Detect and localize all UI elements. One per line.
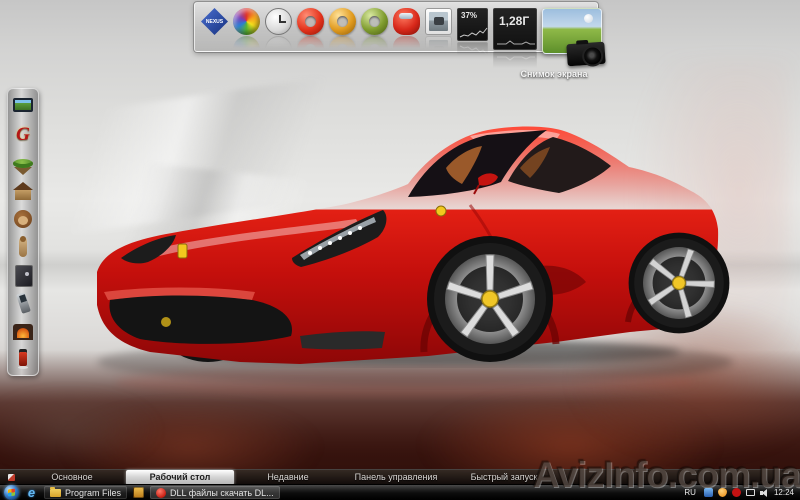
tab-main[interactable]: Основное bbox=[18, 470, 126, 485]
tab-desktop[interactable]: Рабочий стол bbox=[126, 469, 234, 485]
red-letter-glyph: G bbox=[16, 124, 30, 145]
network-meter-widget[interactable]: 1,28Г bbox=[493, 8, 537, 50]
red-letter-logo-icon[interactable]: G bbox=[11, 123, 35, 147]
safe-icon[interactable] bbox=[11, 263, 35, 287]
taskbar-button-label: Program Files bbox=[65, 487, 122, 498]
taskbar-button-dll[interactable]: DLL файлы скачать DL... bbox=[150, 486, 280, 499]
start-button[interactable] bbox=[4, 485, 19, 500]
screenshot-tool-tile[interactable] bbox=[542, 8, 606, 67]
desktop: NEXUS 37% 1,28Г Снимок экрана G Основное… bbox=[0, 0, 800, 500]
ferrari-wallpaper bbox=[97, 126, 733, 397]
pinned-app-icon[interactable] bbox=[133, 487, 145, 498]
folder-icon bbox=[50, 486, 61, 497]
left-dock: G bbox=[7, 88, 39, 376]
winstep-pinwheel-icon[interactable] bbox=[233, 8, 260, 35]
nexus-logo-icon[interactable]: NEXUS bbox=[201, 8, 228, 35]
red-figure-icon[interactable] bbox=[11, 347, 35, 371]
camera-icon bbox=[566, 41, 606, 67]
monkey-icon[interactable] bbox=[11, 207, 35, 231]
cpu-graph bbox=[459, 27, 488, 38]
house-icon[interactable] bbox=[11, 179, 35, 203]
power-button-red-icon[interactable] bbox=[297, 8, 324, 35]
photo-viewer-icon[interactable] bbox=[425, 8, 452, 35]
tab-control-panel[interactable]: Панель управления bbox=[342, 470, 450, 485]
taskbar-button-label: DLL файлы скачать DL... bbox=[170, 487, 274, 498]
taskbar-button-program-files[interactable]: Program Files bbox=[44, 486, 128, 499]
dll-app-icon bbox=[156, 487, 167, 498]
fireplace-icon[interactable] bbox=[11, 319, 35, 343]
power-button-orange-icon[interactable] bbox=[329, 8, 356, 35]
red-car-icon[interactable] bbox=[393, 8, 420, 35]
power-button-green-icon[interactable] bbox=[361, 8, 388, 35]
top-dock: NEXUS 37% 1,28Г bbox=[193, 1, 606, 67]
mobile-phone-icon[interactable] bbox=[11, 291, 35, 315]
network-graph bbox=[497, 40, 535, 45]
internet-explorer-icon[interactable]: e bbox=[25, 486, 38, 499]
tab-bar-mini-icon[interactable] bbox=[8, 474, 15, 481]
floating-island-icon[interactable] bbox=[11, 151, 35, 175]
moon-icon bbox=[584, 14, 593, 23]
tab-recent[interactable]: Недавние bbox=[234, 470, 342, 485]
cpu-meter-value: 37% bbox=[461, 11, 478, 20]
cpu-meter-widget[interactable]: 37% bbox=[457, 8, 488, 41]
screenshot-tool-label: Снимок экрана bbox=[520, 69, 588, 79]
watermark: AvizInfo.com.ua bbox=[532, 454, 800, 495]
clock-icon[interactable] bbox=[265, 8, 292, 35]
tv-icon[interactable] bbox=[11, 95, 35, 119]
nexus-label: NEXUS bbox=[205, 18, 224, 25]
network-meter-value: 1,28Г bbox=[499, 14, 530, 28]
meerkat-icon[interactable] bbox=[11, 235, 35, 259]
